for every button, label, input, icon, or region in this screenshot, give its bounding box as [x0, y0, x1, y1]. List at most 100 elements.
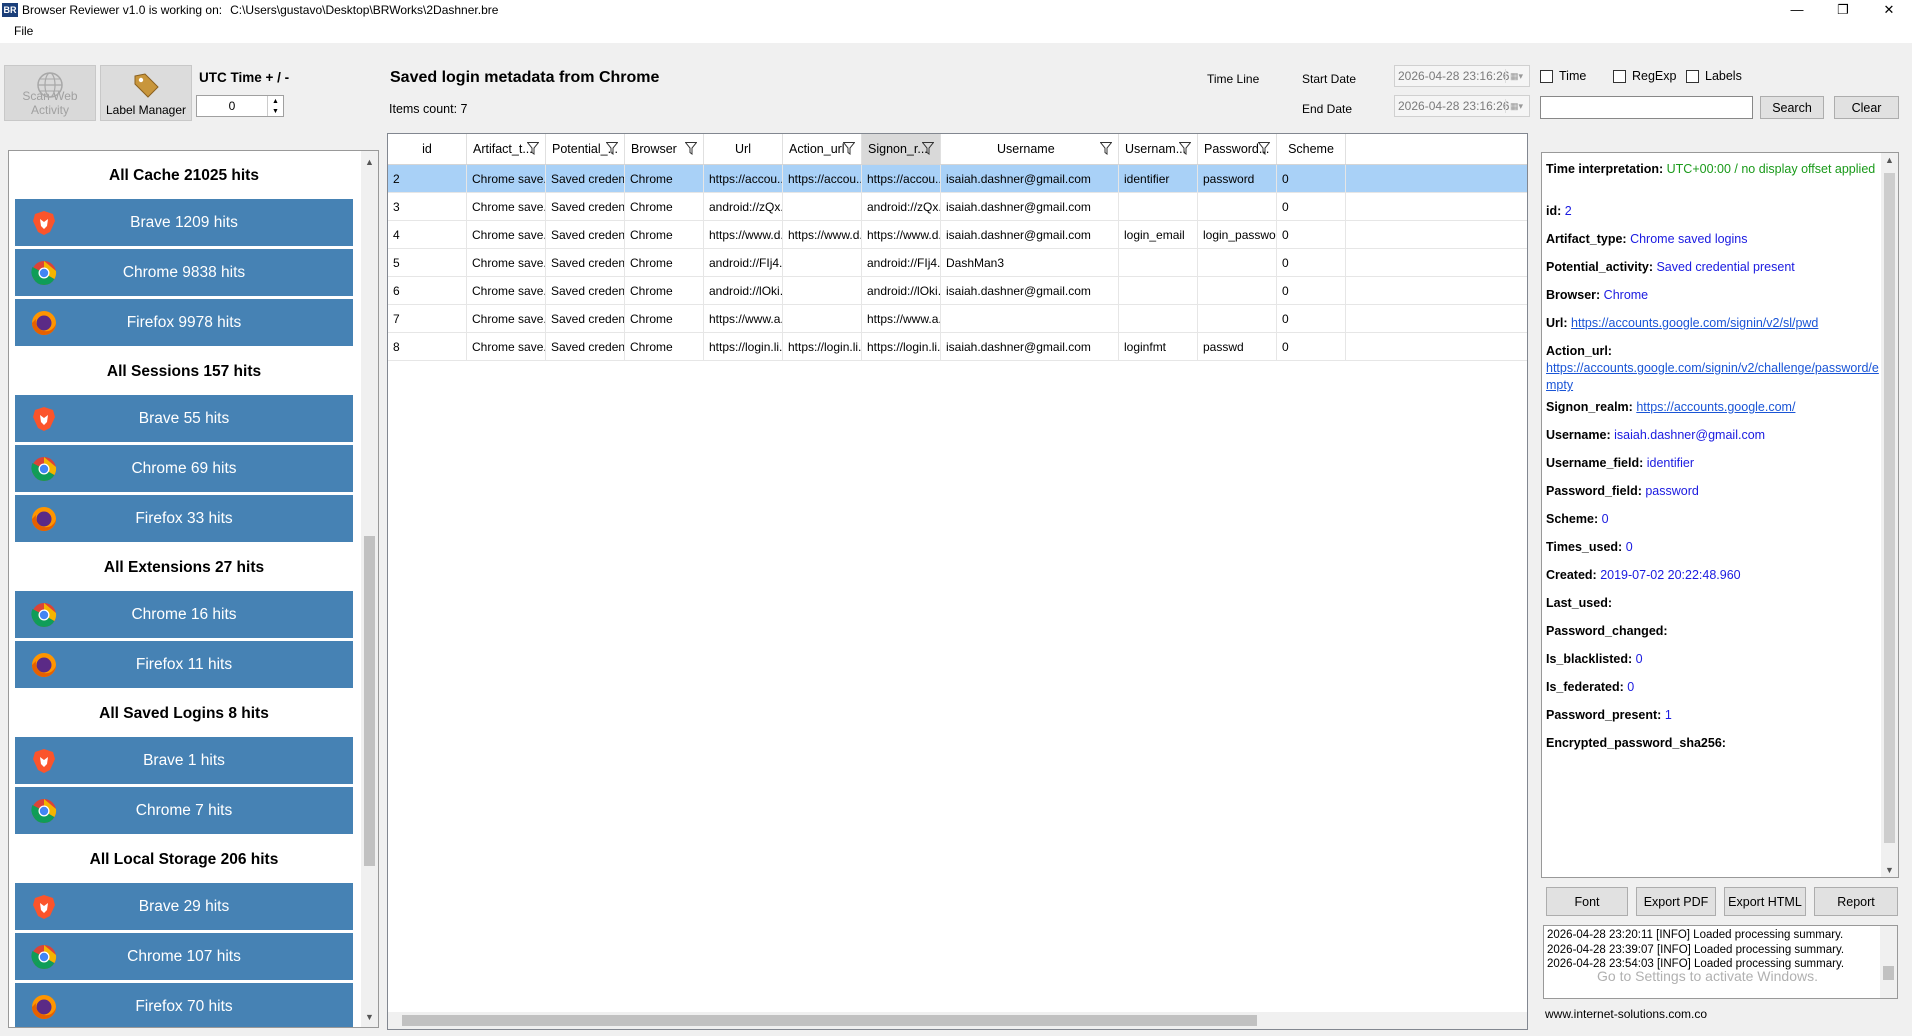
column-header[interactable]: Username	[941, 134, 1119, 164]
search-button[interactable]: Search	[1760, 96, 1824, 119]
sidebar-item-firefox[interactable]: Firefox 33 hits	[15, 495, 353, 542]
stepper-down-icon[interactable]: ▼	[272, 108, 279, 115]
table-cell: android://zQx...	[704, 193, 783, 220]
restore-button[interactable]: ❐	[1820, 0, 1866, 19]
font-button[interactable]: Font	[1546, 887, 1628, 916]
detail-field-value[interactable]: https://accounts.google.com/signin/v2/sl…	[1571, 316, 1818, 330]
table-row[interactable]: 4Chrome save...Saved creden...Chromehttp…	[388, 221, 1527, 249]
column-header[interactable]: Potential_...	[546, 134, 625, 164]
sidebar-group-header[interactable]: All Sessions 157 hits	[15, 349, 353, 395]
sidebar-item-brave[interactable]: Brave 1209 hits	[15, 199, 353, 246]
column-header[interactable]: Browser	[625, 134, 704, 164]
sidebar-item-brave[interactable]: Brave 1 hits	[15, 737, 353, 784]
scroll-up-icon[interactable]: ▲	[361, 153, 378, 170]
table-cell	[1119, 249, 1198, 276]
minimize-button[interactable]: —	[1774, 0, 1820, 19]
filter-icon[interactable]	[684, 142, 698, 155]
sidebar-item-chrome[interactable]: Chrome 107 hits	[15, 933, 353, 980]
column-header[interactable]: Url	[704, 134, 783, 164]
detail-field-label: Password_present:	[1546, 708, 1662, 722]
table-row[interactable]: 7Chrome save...Saved creden...Chromehttp…	[388, 305, 1527, 333]
filter-icon[interactable]	[1257, 142, 1271, 155]
detail-scrollbar[interactable]: ▲ ▼	[1881, 153, 1898, 877]
column-header[interactable]: id	[388, 134, 467, 164]
sidebar-item-firefox[interactable]: Firefox 70 hits	[15, 983, 353, 1027]
table-cell: Chrome	[625, 249, 704, 276]
report-button[interactable]: Report	[1814, 887, 1898, 916]
grid-horizontal-scrollbar[interactable]	[388, 1012, 1527, 1029]
sidebar-item-label: Brave 55 hits	[138, 409, 230, 427]
scroll-down-icon[interactable]: ▼	[361, 1008, 378, 1025]
calendar-dropdown-icon[interactable]: ▦▾	[1505, 69, 1527, 83]
labels-checkbox[interactable]: Labels	[1686, 69, 1742, 83]
utc-offset-stepper[interactable]: ▲▼	[196, 95, 284, 117]
column-header[interactable]: Scheme	[1277, 134, 1346, 164]
detail-field: Password_changed:	[1546, 623, 1881, 640]
sidebar-item-chrome[interactable]: Chrome 16 hits	[15, 591, 353, 638]
export-pdf-button[interactable]: Export PDF	[1636, 887, 1716, 916]
log-line: 2026-04-28 23:20:11 [INFO] Loaded proces…	[1547, 929, 1844, 941]
end-date-picker[interactable]: 2026-04-28 23:16:26 ▦▾	[1394, 95, 1530, 117]
table-cell	[783, 277, 862, 304]
table-row[interactable]: 6Chrome save...Saved creden...Chromeandr…	[388, 277, 1527, 305]
scroll-up-icon[interactable]: ▲	[1881, 155, 1898, 165]
column-header[interactable]: Action_url	[783, 134, 862, 164]
sidebar-group-header[interactable]: All Saved Logins 8 hits	[15, 691, 353, 737]
table-row[interactable]: 2Chrome save...Saved creden...Chromehttp…	[388, 165, 1527, 193]
sidebar-item-firefox[interactable]: Firefox 9978 hits	[15, 299, 353, 346]
utc-offset-input[interactable]	[197, 96, 267, 116]
calendar-dropdown-icon[interactable]: ▦▾	[1505, 99, 1527, 113]
sidebar-group-header[interactable]: All Cache 21025 hits	[15, 153, 353, 199]
sidebar-scroll-thumb[interactable]	[364, 536, 375, 866]
filter-icon[interactable]	[526, 142, 540, 155]
log-scroll-thumb[interactable]	[1883, 966, 1894, 980]
sidebar-item-chrome[interactable]: Chrome 7 hits	[15, 787, 353, 834]
search-input[interactable]	[1540, 96, 1753, 119]
detail-field-value: 2	[1564, 204, 1572, 218]
filter-icon[interactable]	[1178, 142, 1192, 155]
scan-web-activity-button[interactable]: Scan Web Activity	[4, 65, 96, 121]
time-checkbox[interactable]: Time	[1540, 69, 1586, 83]
detail-field: Potential_activity: Saved credential pre…	[1546, 259, 1881, 276]
filter-icon[interactable]	[605, 142, 619, 155]
label-manager-button[interactable]: Label Manager	[100, 65, 192, 121]
scroll-down-icon[interactable]: ▼	[1881, 865, 1898, 875]
detail-scroll-thumb[interactable]	[1884, 173, 1895, 843]
table-row[interactable]: 8Chrome save...Saved creden...Chromehttp…	[388, 333, 1527, 361]
log-console: 2026-04-28 23:20:11 [INFO] Loaded proces…	[1543, 925, 1898, 999]
export-html-button[interactable]: Export HTML	[1724, 887, 1806, 916]
sidebar-group-header[interactable]: All Extensions 27 hits	[15, 545, 353, 591]
sidebar-scrollbar[interactable]: ▲ ▼	[361, 151, 378, 1027]
column-header[interactable]: Password...	[1198, 134, 1277, 164]
menu-file[interactable]: File	[14, 24, 33, 38]
column-header[interactable]: Usernam...	[1119, 134, 1198, 164]
stepper-up-icon[interactable]: ▲	[272, 98, 279, 105]
table-cell: 0	[1277, 193, 1346, 220]
sidebar-item-brave[interactable]: Brave 55 hits	[15, 395, 353, 442]
filter-icon[interactable]	[1099, 142, 1113, 155]
firefox-icon	[30, 309, 58, 337]
close-button[interactable]: ✕	[1866, 0, 1912, 19]
table-row[interactable]: 5Chrome save...Saved creden...Chromeandr…	[388, 249, 1527, 277]
detail-field-value[interactable]: https://accounts.google.com/	[1636, 400, 1795, 414]
filter-icon[interactable]	[842, 142, 856, 155]
column-header[interactable]: Signon_r...	[862, 134, 941, 164]
detail-field-value[interactable]: https://accounts.google.com/signin/v2/ch…	[1546, 361, 1879, 392]
start-date-picker[interactable]: 2026-04-28 23:16:26 ▦▾	[1394, 65, 1530, 87]
clear-button[interactable]: Clear	[1834, 96, 1899, 119]
table-cell: Saved creden...	[546, 165, 625, 192]
log-scrollbar[interactable]	[1880, 926, 1897, 998]
sidebar-item-chrome[interactable]: Chrome 69 hits	[15, 445, 353, 492]
sidebar-group-header[interactable]: All Local Storage 206 hits	[15, 837, 353, 883]
column-header-label: Action_url	[789, 142, 845, 156]
grid-scroll-thumb[interactable]	[402, 1015, 1257, 1026]
column-header[interactable]: Artifact_t...	[467, 134, 546, 164]
regexp-checkbox[interactable]: RegExp	[1613, 69, 1676, 83]
sidebar-item-brave[interactable]: Brave 29 hits	[15, 883, 353, 930]
log-line: 2026-04-28 23:39:07 [INFO] Loaded proces…	[1547, 943, 1845, 956]
table-cell: android://lOki...	[862, 277, 941, 304]
table-row[interactable]: 3Chrome save...Saved creden...Chromeandr…	[388, 193, 1527, 221]
sidebar-item-firefox[interactable]: Firefox 11 hits	[15, 641, 353, 688]
filter-icon[interactable]	[921, 142, 935, 155]
sidebar-item-chrome[interactable]: Chrome 9838 hits	[15, 249, 353, 296]
